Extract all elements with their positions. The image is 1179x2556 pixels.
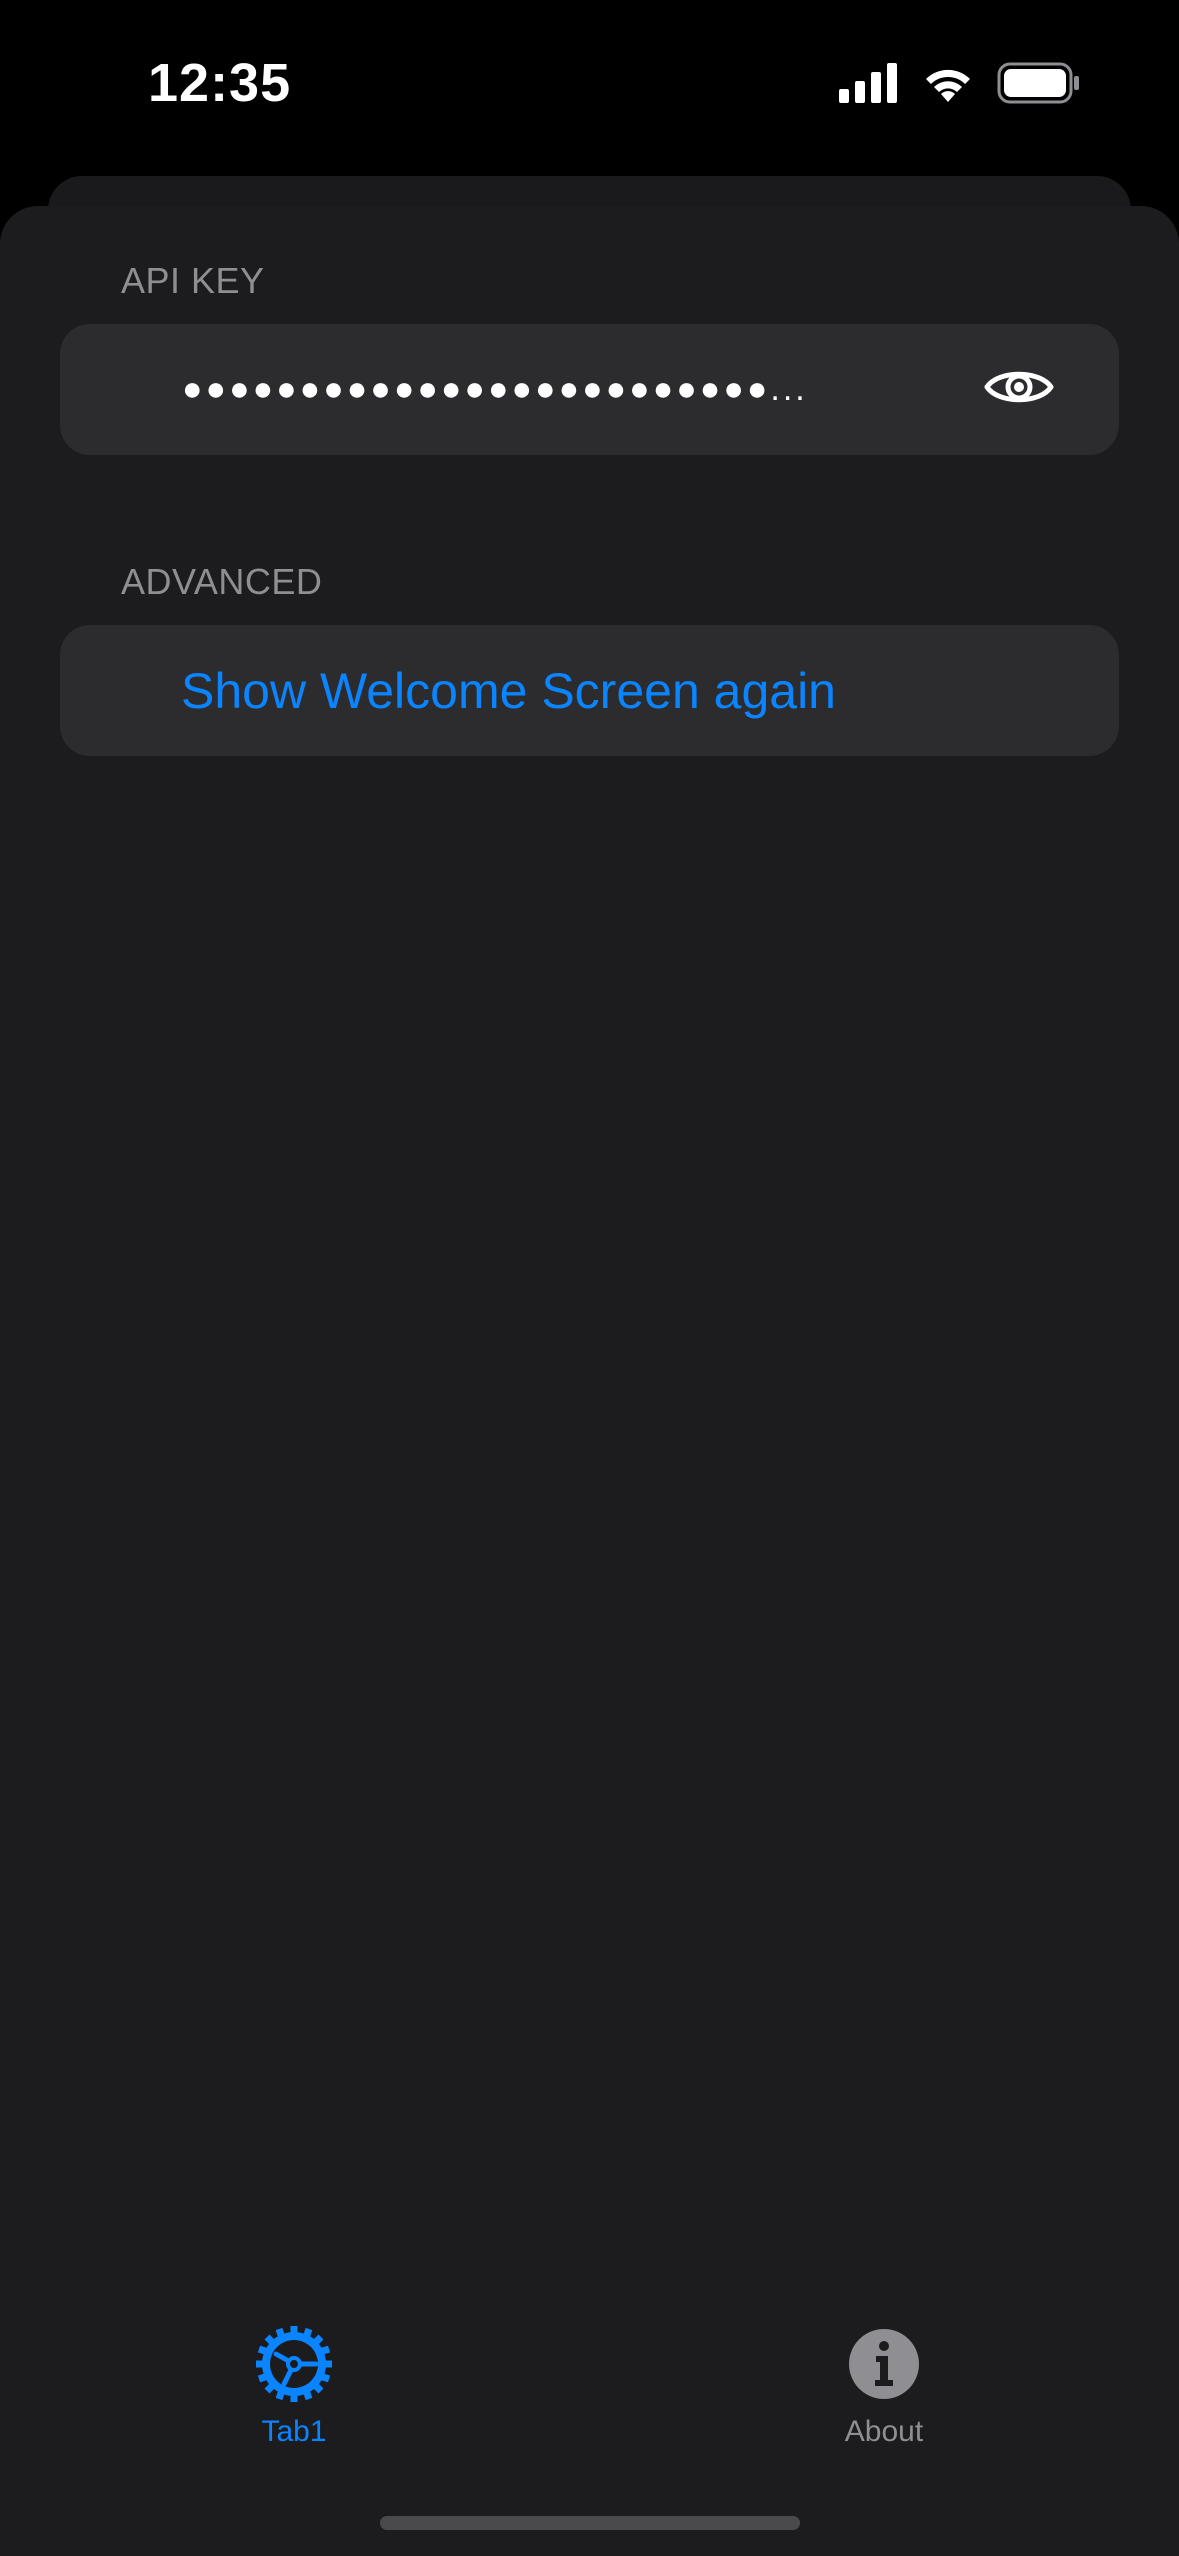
api-key-section-header: API KEY [121,260,265,301]
show-welcome-cell[interactable]: Show Welcome Screen again [60,625,1119,756]
eye-icon [984,365,1054,414]
settings-sheet: API KEY ●●●●●●●●●●●●●●●●●●●●●●●●●... ADV… [0,206,1179,2556]
home-indicator [380,2516,800,2530]
tab-tab1-label: Tab1 [261,2415,327,2448]
info-icon [844,2324,924,2409]
battery-icon [997,62,1081,109]
advanced-section-header: ADVANCED [121,561,323,602]
tab-tab1[interactable]: Tab1 [184,2324,404,2449]
settings-screen: 12:35 API KEY ●●●●●●●●●●●●●●●●●●●●●●●●●.… [0,0,1179,2556]
gear-icon [254,2324,334,2409]
api-key-cell: ●●●●●●●●●●●●●●●●●●●●●●●●●... [60,324,1119,455]
status-time: 12:35 [148,53,292,113]
tab-about[interactable]: About [774,2324,994,2449]
status-icons [839,62,1081,109]
tab-about-label: About [844,2415,924,2448]
reveal-api-key-button[interactable] [983,356,1055,422]
cellular-signal-icon [839,63,899,108]
show-welcome-screen-button[interactable]: Show Welcome Screen again [181,625,836,756]
wifi-icon [921,62,975,109]
status-bar: 12:35 [0,0,1179,170]
api-key-secure-field[interactable]: ●●●●●●●●●●●●●●●●●●●●●●●●●... [182,324,992,455]
